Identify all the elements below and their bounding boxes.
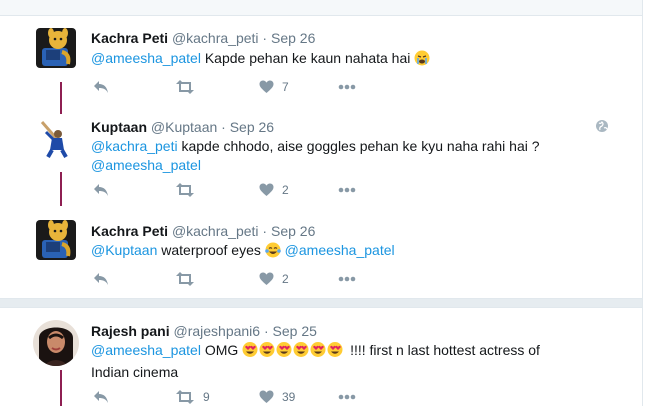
display-name[interactable]: Kachra Peti: [91, 30, 168, 46]
thread-line: [60, 172, 62, 206]
tweet-actions: 2: [91, 269, 391, 289]
tweet-4[interactable]: Rajesh pani @rajeshpani6 · Sep 25 @amees…: [0, 308, 642, 406]
retweet-button[interactable]: [175, 180, 195, 200]
retweet-button[interactable]: 9: [175, 387, 210, 406]
username[interactable]: @Kuptaan: [151, 119, 217, 135]
tweet-text: @ameesha_patel OMG !!!! first n last hot…: [91, 341, 571, 382]
username[interactable]: @kachra_peti: [172, 30, 259, 46]
retweet-count: 9: [203, 390, 210, 404]
tweet-text: @kachra_peti kapde chhodo, aise goggles …: [91, 137, 571, 175]
tweet-body: Indian cinema: [91, 364, 179, 380]
tweet-body: kapde chhodo, aise goggles pehan ke kyu …: [177, 138, 540, 154]
avatar[interactable]: [36, 220, 76, 260]
heart-icon: [259, 80, 274, 94]
heart-eyes-emoji: [242, 341, 346, 363]
tweet-body: OMG: [200, 342, 243, 358]
reply-button[interactable]: [93, 77, 109, 97]
reply-button[interactable]: [93, 180, 109, 200]
more-button[interactable]: [338, 180, 356, 200]
globe-icon[interactable]: [595, 119, 609, 133]
tweet-header: Kuptaan @Kuptaan · Sep 26: [91, 118, 274, 136]
more-button[interactable]: [338, 269, 356, 289]
like-button[interactable]: 7: [259, 77, 289, 97]
heart-icon: [259, 183, 274, 197]
retweet-icon: [175, 390, 195, 404]
tears-of-joy-emoji: [264, 242, 281, 263]
tweet-2[interactable]: Kuptaan @Kuptaan · Sep 26 @kachra_peti k…: [0, 108, 642, 206]
tweet-1[interactable]: Kachra Peti @kachra_peti · Sep 26 @amees…: [0, 18, 642, 108]
like-count: 39: [282, 390, 296, 404]
timestamp[interactable]: Sep 26: [230, 119, 274, 135]
reply-button[interactable]: [93, 269, 109, 289]
separator: ·: [262, 30, 268, 46]
more-icon: [338, 84, 356, 90]
crying-face-emoji: [414, 50, 430, 71]
separator: ·: [263, 323, 269, 339]
tweet-body: Kapde pehan ke kaun nahata hai: [200, 50, 415, 66]
tweet-header: Kachra Peti @kachra_peti · Sep 26: [91, 29, 315, 47]
thread-line: [60, 370, 62, 406]
display-name[interactable]: Kachra Peti: [91, 223, 168, 239]
tweet-body: !!!! first n last hottest actress of: [346, 342, 540, 358]
tweet-actions: 2: [91, 180, 391, 200]
retweet-button[interactable]: [175, 77, 195, 97]
like-button[interactable]: 39: [259, 387, 295, 406]
retweet-icon: [175, 272, 195, 286]
like-count: 2: [282, 183, 289, 197]
username[interactable]: @rajeshpani6: [173, 323, 260, 339]
timestamp[interactable]: Sep 26: [271, 30, 315, 46]
display-name[interactable]: Rajesh pani: [91, 323, 170, 339]
scrollbar-track[interactable]: [642, 0, 650, 406]
mention-link[interactable]: @ameesha_patel: [285, 242, 395, 258]
reply-icon: [93, 390, 109, 404]
username[interactable]: @kachra_peti: [172, 223, 259, 239]
thread-line: [60, 82, 62, 108]
separator: ·: [262, 223, 268, 239]
like-button[interactable]: 2: [259, 180, 289, 200]
retweet-icon: [175, 80, 195, 94]
tweet-text: @Kuptaan waterproof eyes @ameesha_patel: [91, 241, 571, 263]
display-name[interactable]: Kuptaan: [91, 119, 147, 135]
more-icon: [338, 276, 356, 282]
tweet-header: Rajesh pani @rajeshpani6 · Sep 25: [91, 322, 317, 340]
tweet-header: Kachra Peti @kachra_peti · Sep 26: [91, 222, 315, 240]
more-button[interactable]: [338, 77, 356, 97]
reply-button[interactable]: [93, 387, 109, 406]
tweet-3[interactable]: Kachra Peti @kachra_peti · Sep 26 @Kupta…: [0, 206, 642, 298]
retweet-icon: [175, 183, 195, 197]
tweet-actions: 9 39: [91, 387, 391, 406]
tweet-text: @ameesha_patel Kapde pehan ke kaun nahat…: [91, 49, 571, 71]
timestamp[interactable]: Sep 26: [271, 223, 315, 239]
like-count: 2: [282, 272, 289, 286]
heart-icon: [259, 390, 274, 404]
timeline-top-strip: [0, 0, 650, 16]
more-button[interactable]: [338, 387, 356, 406]
avatar[interactable]: [36, 118, 76, 158]
avatar[interactable]: [33, 320, 79, 366]
mention-link[interactable]: @kachra_peti: [91, 138, 178, 154]
mention-link[interactable]: @ameesha_patel: [91, 342, 201, 358]
tweet-body: waterproof eyes: [157, 242, 265, 258]
like-button[interactable]: 2: [259, 269, 289, 289]
tweet-actions: 7: [91, 77, 391, 97]
mention-link[interactable]: @ameesha_patel: [91, 50, 201, 66]
avatar[interactable]: [36, 28, 76, 68]
more-icon: [338, 187, 356, 193]
mention-link[interactable]: @Kuptaan: [91, 242, 157, 258]
separator: ·: [221, 119, 226, 135]
timestamp[interactable]: Sep 25: [273, 323, 317, 339]
conversation-divider: [0, 298, 642, 308]
mention-link[interactable]: @ameesha_patel: [91, 157, 201, 173]
thread-line: [60, 108, 62, 114]
retweet-button[interactable]: [175, 269, 195, 289]
reply-icon: [93, 80, 109, 94]
reply-icon: [93, 183, 109, 197]
reply-icon: [93, 272, 109, 286]
like-count: 7: [282, 80, 289, 94]
more-icon: [338, 394, 356, 400]
heart-icon: [259, 272, 274, 286]
